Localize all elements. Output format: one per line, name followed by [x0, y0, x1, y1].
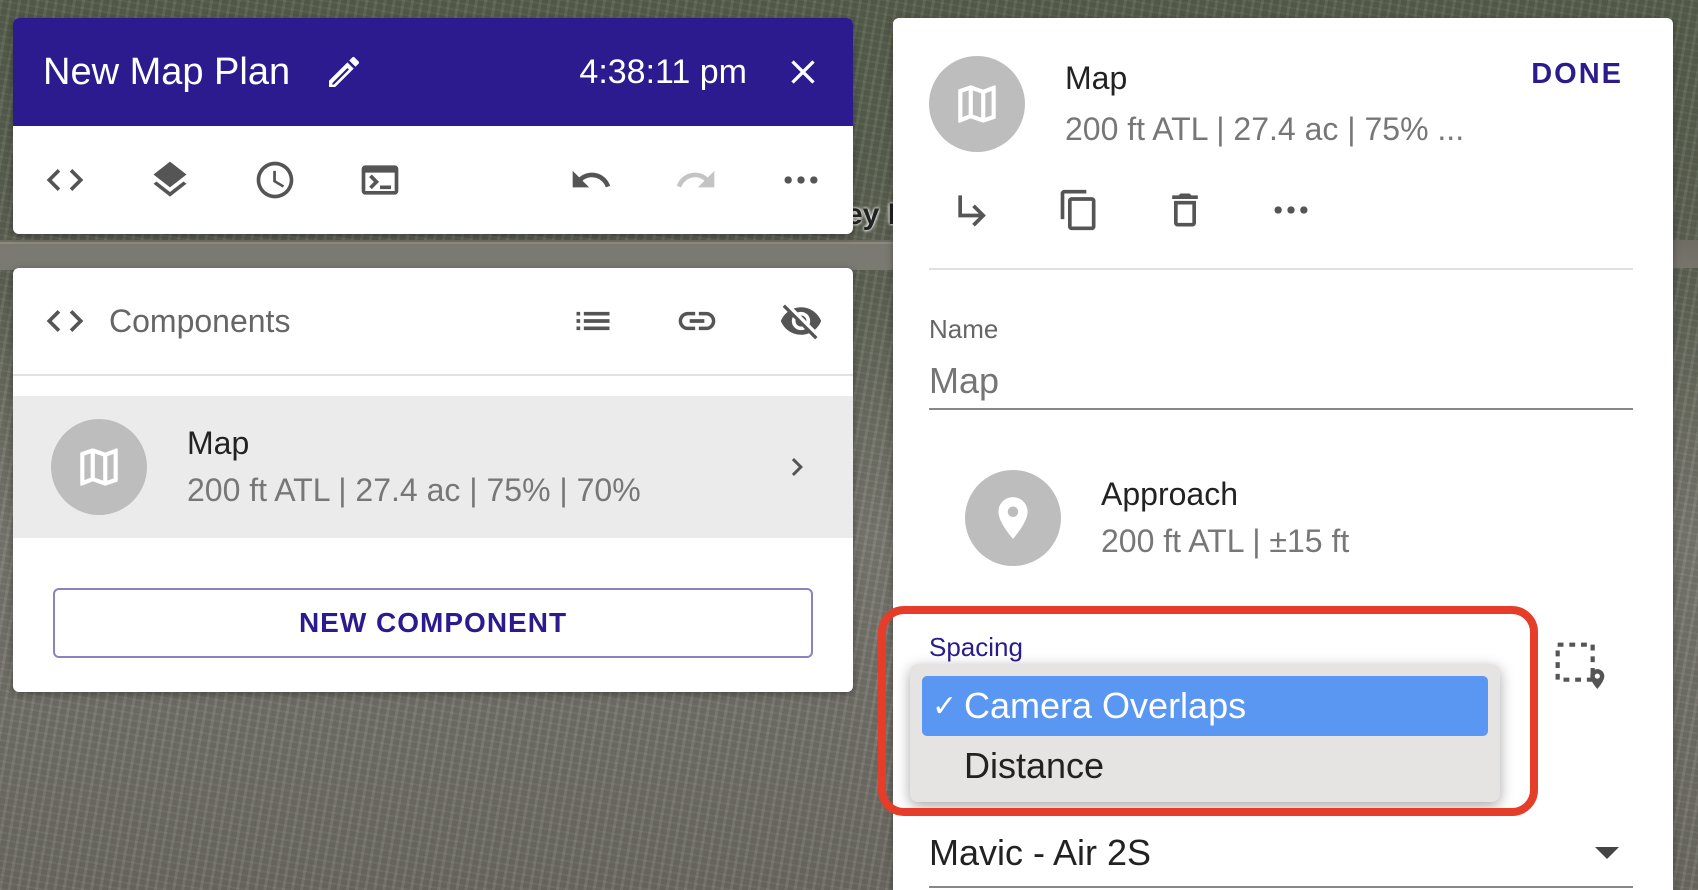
- map-icon: [958, 85, 996, 123]
- map-avatar: [929, 56, 1025, 152]
- plan-toolbar: [13, 126, 853, 234]
- chevron-right-icon[interactable]: [779, 449, 815, 485]
- approach-subtitle: 200 ft ATL | ±15 ft: [1101, 523, 1350, 559]
- terminal-icon[interactable]: [352, 152, 408, 208]
- components-title: Components: [109, 302, 291, 339]
- location-pin-icon: [998, 497, 1028, 539]
- component-title: Map: [187, 425, 250, 461]
- history-clock-icon[interactable]: [247, 152, 303, 208]
- drone-select[interactable]: Mavic - Air 2S: [929, 820, 1633, 888]
- highlight-box: [878, 606, 1538, 816]
- components-card: Components Map 200 ft ATL | 27.4 ac | 75…: [13, 268, 853, 692]
- copy-icon[interactable]: [1051, 182, 1107, 238]
- divider: [929, 268, 1633, 270]
- location-avatar: [965, 470, 1061, 566]
- drone-value: Mavic - Air 2S: [929, 832, 1152, 873]
- detail-title: Map: [1065, 60, 1128, 96]
- approach-title: Approach: [1101, 476, 1238, 512]
- code-icon: [46, 310, 84, 332]
- plan-header-card: New Map Plan 4:38:11 pm: [13, 18, 853, 234]
- close-icon[interactable]: [783, 52, 823, 92]
- subdirectory-arrow-icon[interactable]: [945, 182, 1001, 238]
- new-component-button[interactable]: NEW COMPONENT: [53, 588, 813, 658]
- clock-time: 4:38:11 pm: [579, 52, 747, 91]
- component-list-item[interactable]: Map 200 ft ATL | 27.4 ac | 75% | 70%: [13, 396, 853, 538]
- road: [0, 242, 900, 270]
- plan-titlebar: New Map Plan 4:38:11 pm: [13, 18, 853, 126]
- done-button[interactable]: DONE: [1531, 58, 1623, 91]
- redo-icon[interactable]: [668, 152, 724, 208]
- list-icon[interactable]: [571, 299, 615, 343]
- area-location-icon[interactable]: [1553, 640, 1609, 696]
- plan-title: New Map Plan: [43, 50, 291, 93]
- components-header: Components: [13, 268, 853, 376]
- name-input[interactable]: [929, 354, 1633, 410]
- link-icon[interactable]: [675, 299, 719, 343]
- approach-item[interactable]: Approach 200 ft ATL | ±15 ft: [965, 470, 1349, 566]
- more-horizontal-icon[interactable]: [773, 152, 829, 208]
- detail-subtitle: 200 ft ATL | 27.4 ac | 75% ...: [1065, 111, 1465, 147]
- component-subtitle: 200 ft ATL | 27.4 ac | 75% | 70%: [187, 472, 641, 508]
- map-avatar: [51, 419, 147, 515]
- undo-icon[interactable]: [563, 152, 619, 208]
- code-icon[interactable]: [37, 152, 93, 208]
- map-icon: [80, 448, 118, 486]
- visibility-off-icon[interactable]: [779, 299, 823, 343]
- pencil-icon[interactable]: [324, 52, 364, 92]
- caret-down-icon: [1595, 847, 1619, 859]
- name-label: Name: [929, 314, 999, 344]
- delete-icon[interactable]: [1157, 182, 1213, 238]
- layers-icon[interactable]: [142, 152, 198, 208]
- more-horizontal-icon[interactable]: [1263, 182, 1319, 238]
